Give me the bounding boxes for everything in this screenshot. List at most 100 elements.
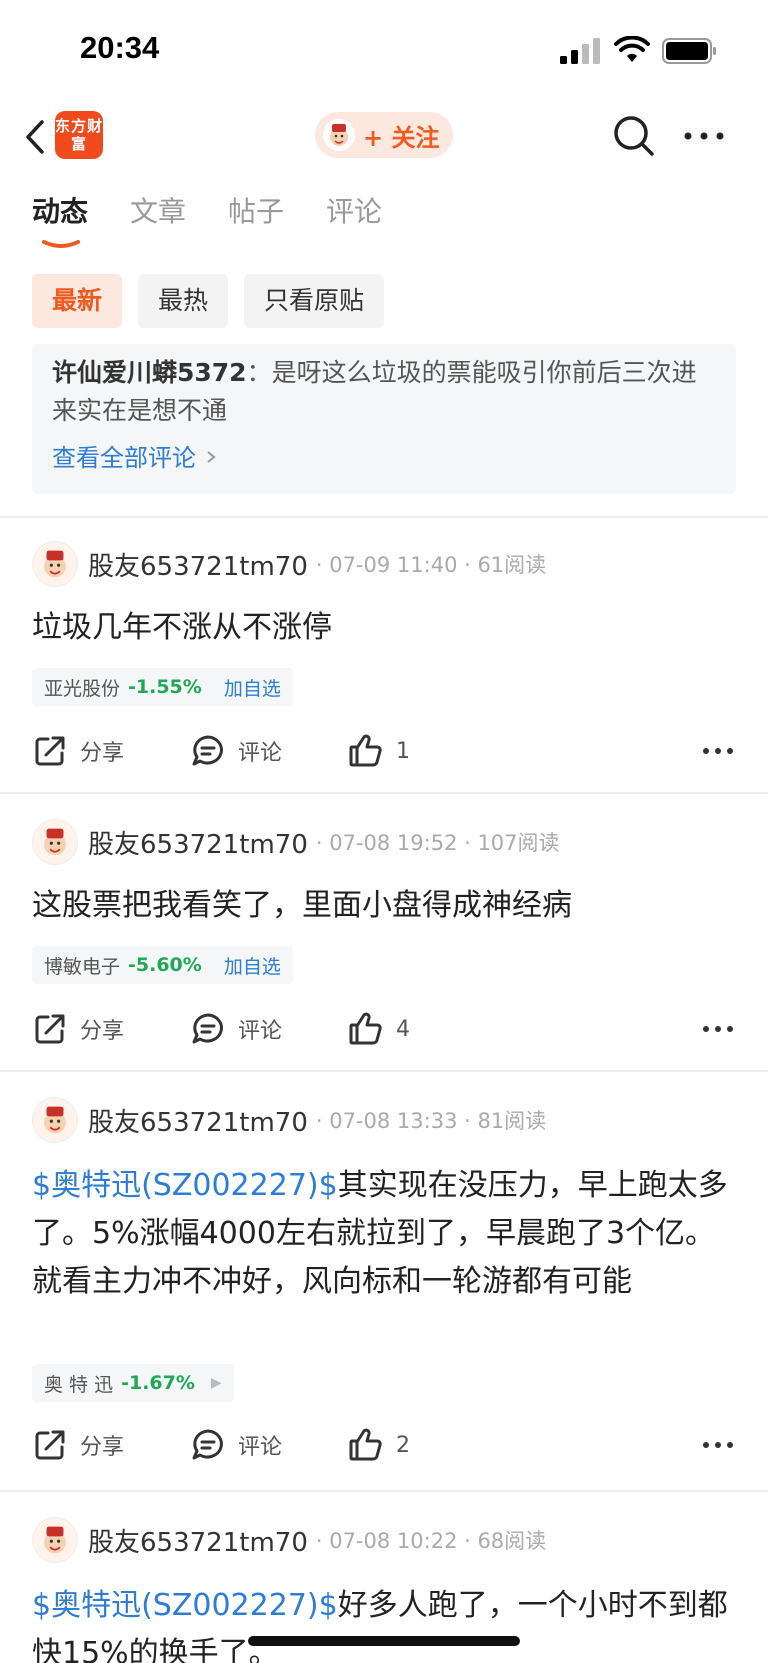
app-logo-text: 东方财富 (55, 117, 104, 153)
status-bar: 20:34 (0, 0, 768, 96)
filter-hottest[interactable]: 最热 (138, 274, 229, 328)
profile-tabs: 动态 文章 帖子 评论 (32, 190, 424, 250)
comment-preview-user[interactable]: 许仙爱川蟒5372 (52, 358, 247, 387)
stock-name: 奥 特 迅 (44, 1373, 114, 1396)
comment-preview-box: 许仙爱川蟒5372：是呀这么垃圾的票能吸引你前后三次进来实在是想不通 查看全部评… (32, 344, 736, 494)
post-meta: · 07-08 10:22 · 68阅读 (315, 1529, 547, 1553)
post-text[interactable]: $奥特迅(SZ002227)$其实现在没压力，早上跑太多了。5%涨幅4000左右… (32, 1162, 736, 1306)
more-options-icon[interactable] (680, 118, 728, 154)
fortune-god-avatar-icon (44, 550, 66, 578)
user-avatar[interactable] (32, 1097, 78, 1143)
post-divider (0, 792, 768, 794)
tab-label: 评论 (326, 195, 383, 228)
tab-label: 文章 (130, 195, 187, 228)
username[interactable]: 股友653721tm70 (88, 546, 308, 583)
comment-icon (192, 1013, 223, 1044)
tab-posts[interactable]: 帖子 (228, 190, 284, 250)
view-all-comments-label: 查看全部评论 (52, 444, 196, 472)
like-count: 2 (396, 1432, 410, 1458)
app-logo[interactable]: 东方财富 (55, 111, 103, 159)
post-header: 股友653721tm70 · 07-09 11:40 · 61阅读 (32, 540, 546, 588)
post-header: 股友653721tm70 · 07-08 10:22 · 68阅读 (32, 1516, 546, 1564)
post-body-text: 这股票把我看笑了，里面小盘得成神经病 (32, 888, 572, 923)
post-text[interactable]: $奥特迅(SZ002227)$好多人跑了，一个小时不到都快15%的换手了。 (32, 1582, 736, 1663)
more-options-icon[interactable] (700, 745, 736, 757)
post-header: 股友653721tm70 · 07-08 19:52 · 107阅读 (32, 818, 560, 866)
fortune-god-avatar-icon (44, 828, 66, 856)
thumbs-up-icon (349, 734, 382, 767)
tab-label: 帖子 (228, 195, 285, 228)
share-button[interactable]: 分享 (32, 1011, 190, 1047)
filter-original-only[interactable]: 只看原贴 (244, 274, 385, 328)
share-icon (35, 736, 65, 766)
share-icon (35, 1430, 65, 1460)
user-avatar[interactable] (32, 819, 78, 865)
tab-dynamics[interactable]: 动态 (32, 190, 88, 250)
follow-label: + 关注 (363, 123, 440, 152)
post-actions: 分享 评论 1 (32, 726, 736, 776)
like-button[interactable]: 1 (348, 733, 548, 769)
search-icon[interactable] (610, 112, 658, 160)
comment-button[interactable]: 评论 (190, 1011, 348, 1047)
battery-icon (662, 38, 716, 64)
like-button[interactable]: 2 (348, 1427, 548, 1463)
tab-comments[interactable]: 评论 (326, 190, 382, 250)
comment-button[interactable]: 评论 (190, 1427, 348, 1463)
stock-cashtag-link[interactable]: $奥特迅(SZ002227)$ (32, 1588, 338, 1623)
post-text[interactable]: 垃圾几年不涨从不涨停 (32, 604, 736, 652)
user-avatar[interactable] (32, 541, 78, 587)
add-watchlist-button[interactable]: 加自选 (224, 952, 281, 979)
username[interactable]: 股友653721tm70 (88, 824, 308, 861)
username[interactable]: 股友653721tm70 (88, 1102, 308, 1139)
user-avatar[interactable] (32, 1517, 78, 1563)
like-count: 1 (396, 738, 410, 764)
stock-name: 亚光股份 (44, 677, 121, 700)
filter-latest[interactable]: 最新 (32, 274, 123, 328)
back-chevron-icon[interactable] (16, 114, 56, 160)
username[interactable]: 股友653721tm70 (88, 1522, 308, 1559)
home-indicator[interactable] (248, 1636, 520, 1646)
stock-name: 博敏电子 (44, 955, 121, 978)
stock-change: -1.67% (121, 1372, 195, 1394)
add-watchlist-button[interactable]: 加自选 (224, 674, 281, 701)
more-options-icon[interactable] (700, 1439, 736, 1451)
stock-tag[interactable]: 亚光股份 -1.55% 加自选 (32, 668, 293, 706)
comment-preview-separator: ： (246, 358, 272, 387)
post-meta: · 07-09 11:40 · 61阅读 (315, 553, 547, 577)
stock-tag[interactable]: 奥 特 迅 -1.67% ▶ (32, 1364, 234, 1402)
comment-icon (192, 735, 223, 766)
comment-button[interactable]: 评论 (190, 733, 348, 769)
play-arrow-icon: ▶ (210, 1375, 222, 1391)
comment-label: 评论 (238, 1435, 283, 1460)
view-all-comments-link[interactable]: 查看全部评论 (52, 438, 218, 473)
stock-tag[interactable]: 博敏电子 -5.60% 加自选 (32, 946, 293, 984)
fortune-god-avatar-icon (323, 119, 355, 151)
thumbs-up-icon (349, 1428, 382, 1461)
post-actions: 分享 评论 4 (32, 1004, 736, 1054)
post-item: 股友653721tm70 · 07-08 13:33 · 81阅读 $奥特迅(S… (0, 1074, 768, 1490)
follow-button[interactable]: + 关注 (315, 112, 453, 158)
post-item: 股友653721tm70 · 07-09 11:40 · 61阅读 垃圾几年不涨… (0, 518, 768, 790)
tab-label: 动态 (32, 195, 89, 228)
fortune-god-avatar-icon (44, 1526, 66, 1554)
share-button[interactable]: 分享 (32, 733, 190, 769)
comment-preview-text: 许仙爱川蟒5372：是呀这么垃圾的票能吸引你前后三次进来实在是想不通 (52, 354, 716, 430)
post-header: 股友653721tm70 · 07-08 13:33 · 81阅读 (32, 1096, 546, 1144)
share-button[interactable]: 分享 (32, 1427, 190, 1463)
cellular-signal-icon (560, 38, 600, 64)
post-item: 股友653721tm70 · 07-08 19:52 · 107阅读 这股票把我… (0, 796, 768, 1068)
stock-cashtag-link[interactable]: $奥特迅(SZ002227)$ (32, 1168, 338, 1203)
stock-change: -1.55% (128, 676, 202, 698)
post-meta: · 07-08 13:33 · 81阅读 (315, 1109, 547, 1133)
post-body-text: 垃圾几年不涨从不涨停 (32, 610, 332, 645)
tab-articles[interactable]: 文章 (130, 190, 186, 250)
wifi-icon (614, 36, 650, 62)
post-text[interactable]: 这股票把我看笑了，里面小盘得成神经病 (32, 882, 736, 930)
fortune-god-avatar-icon (44, 1106, 66, 1134)
like-button[interactable]: 4 (348, 1011, 548, 1047)
post-meta: · 07-08 19:52 · 107阅读 (315, 831, 560, 855)
comment-label: 评论 (238, 1019, 283, 1044)
share-label: 分享 (80, 741, 125, 766)
more-options-icon[interactable] (700, 1023, 736, 1035)
chevron-right-icon (207, 451, 216, 463)
